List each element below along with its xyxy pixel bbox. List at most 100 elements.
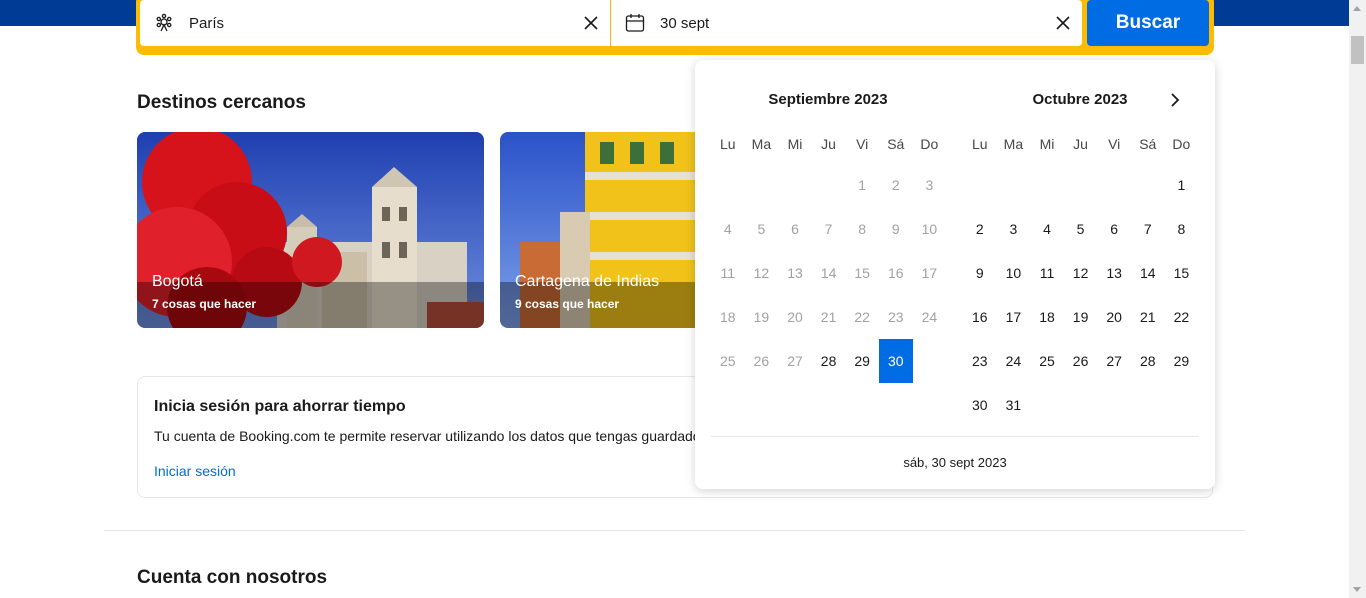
day-cell[interactable]: 1	[1165, 163, 1199, 207]
day-cell: 12	[753, 265, 770, 281]
destination-value[interactable]: París	[189, 15, 582, 32]
day-cell[interactable]: 21	[1131, 295, 1165, 339]
month-title: Octubre 2023	[1032, 91, 1128, 108]
day-cell: 14	[820, 265, 837, 281]
day-cell[interactable]: 31	[997, 383, 1031, 427]
day-cell[interactable]: 4	[1030, 207, 1064, 251]
day-cell: 21	[820, 309, 837, 325]
day-cell[interactable]: 30	[963, 383, 997, 427]
search-button[interactable]: Buscar	[1087, 0, 1209, 46]
weekday-label: Ju	[1073, 136, 1088, 152]
day-cell: 17	[921, 265, 938, 281]
scrollbar-thumb[interactable]	[1351, 36, 1364, 64]
page-scrollbar[interactable]	[1349, 0, 1366, 598]
month-title: Septiembre 2023	[768, 91, 888, 108]
day-cell[interactable]: 28	[1131, 339, 1165, 383]
day-cell[interactable]: 23	[963, 339, 997, 383]
empty-day-cell	[1165, 383, 1199, 427]
signin-link[interactable]: Iniciar sesión	[154, 463, 236, 479]
day-cell[interactable]: 16	[963, 295, 997, 339]
empty-day-cell	[1030, 383, 1064, 427]
calendar-week-row: 4 5 6 7 8 9 10	[711, 207, 946, 251]
day-cell[interactable]: 28	[812, 339, 846, 383]
day-cell: 15	[854, 265, 870, 281]
weekday-label: Mi	[1039, 136, 1055, 152]
weekday-label: Lu	[720, 136, 736, 152]
day-cell: 2	[891, 177, 900, 193]
day-cell[interactable]: 14	[1131, 251, 1165, 295]
day-cell[interactable]: 17	[997, 295, 1031, 339]
day-cell: 11	[720, 265, 736, 281]
empty-day-cell	[1030, 163, 1064, 207]
day-cell: 13	[787, 265, 803, 281]
nearby-destinations-title: Destinos cercanos	[137, 92, 306, 113]
clear-date-close-icon[interactable]	[1054, 14, 1072, 32]
weekday-label: Ju	[821, 136, 836, 152]
selected-day-cell[interactable]: 30	[878, 339, 913, 383]
empty-day-cell	[963, 163, 997, 207]
empty-day-cell	[1131, 163, 1165, 207]
clear-destination-close-icon[interactable]	[582, 14, 600, 32]
day-cell[interactable]: 12	[1064, 251, 1098, 295]
day-cell[interactable]: 20	[1097, 295, 1131, 339]
day-cell[interactable]: 29	[845, 339, 879, 383]
day-cell[interactable]: 26	[1064, 339, 1098, 383]
weekday-label: Vi	[1108, 136, 1121, 152]
day-cell[interactable]: 2	[963, 207, 997, 251]
day-cell[interactable]: 15	[1165, 251, 1199, 295]
day-cell: 19	[753, 309, 770, 325]
day-cell[interactable]: 7	[1131, 207, 1165, 251]
day-cell[interactable]: 29	[1165, 339, 1199, 383]
day-cell[interactable]: 25	[1030, 339, 1064, 383]
day-cell[interactable]: 22	[1165, 295, 1199, 339]
empty-day-cell	[1097, 163, 1131, 207]
scroll-up-arrow-icon[interactable]	[1353, 6, 1361, 11]
selected-date-summary: sáb, 30 sept 2023	[903, 455, 1007, 470]
day-cell: 3	[925, 177, 934, 193]
day-cell[interactable]: 8	[1165, 207, 1199, 251]
day-cell: 25	[720, 353, 736, 369]
calendar-week-row: 18 19 20 21 22 23 24	[711, 295, 946, 339]
weekday-label: Sá	[887, 136, 905, 152]
day-cell[interactable]: 3	[997, 207, 1031, 251]
day-cell: 22	[854, 309, 870, 325]
empty-day-cell	[1131, 383, 1165, 427]
destination-card-bogota[interactable]: Bogotá 7 cosas que hacer	[137, 132, 484, 328]
empty-day-cell	[711, 163, 745, 207]
day-cell[interactable]: 18	[1030, 295, 1064, 339]
month-grid: Lu Ma Mi Ju Vi Sá Do 1 2 3 4 5 6 7 8 9 10 11 12 13 14 15 16 17 1…	[711, 125, 946, 383]
scroll-down-arrow-icon[interactable]	[1353, 587, 1361, 592]
day-cell: 26	[753, 353, 770, 369]
day-cell[interactable]: 27	[1097, 339, 1131, 383]
weekday-header-row: Lu Ma Mi Ju Vi Sá Do	[711, 125, 946, 163]
day-cell[interactable]: 13	[1097, 251, 1131, 295]
day-cell[interactable]: 24	[997, 339, 1031, 383]
calendar-divider	[711, 436, 1199, 437]
day-cell[interactable]: 9	[963, 251, 997, 295]
empty-day-cell	[745, 163, 779, 207]
date-value[interactable]: 30 sept	[660, 15, 1054, 32]
calendar-icon	[625, 13, 645, 33]
search-bar: París 30 sept Buscar	[136, 0, 1214, 55]
day-cell: 7	[824, 221, 833, 237]
weekday-label: Mi	[787, 136, 803, 152]
count-on-us-title: Cuenta con nosotros	[137, 567, 328, 588]
card-name: Bogotá	[152, 273, 203, 290]
date-field[interactable]: 30 sept	[611, 0, 1082, 46]
day-cell: 9	[891, 221, 900, 237]
card-subtitle: 7 cosas que hacer	[152, 297, 257, 311]
day-cell[interactable]: 19	[1064, 295, 1098, 339]
day-cell[interactable]: 6	[1097, 207, 1131, 251]
destination-field[interactable]: París	[140, 0, 610, 46]
next-month-chevron-right-icon[interactable]	[1165, 90, 1185, 110]
day-cell: 1	[858, 177, 867, 193]
signin-heading: Inicia sesión para ahorrar tiempo	[154, 398, 406, 415]
empty-day-cell	[812, 163, 846, 207]
day-cell: 16	[887, 265, 904, 281]
day-cell[interactable]: 10	[997, 251, 1031, 295]
weekday-label: Sá	[1139, 136, 1157, 152]
calendar-week-row: 9 10 11 12 13 14 15	[963, 251, 1198, 295]
day-cell[interactable]: 11	[1030, 251, 1064, 295]
card-name: Cartagena de Indias	[515, 273, 660, 290]
day-cell[interactable]: 5	[1064, 207, 1098, 251]
